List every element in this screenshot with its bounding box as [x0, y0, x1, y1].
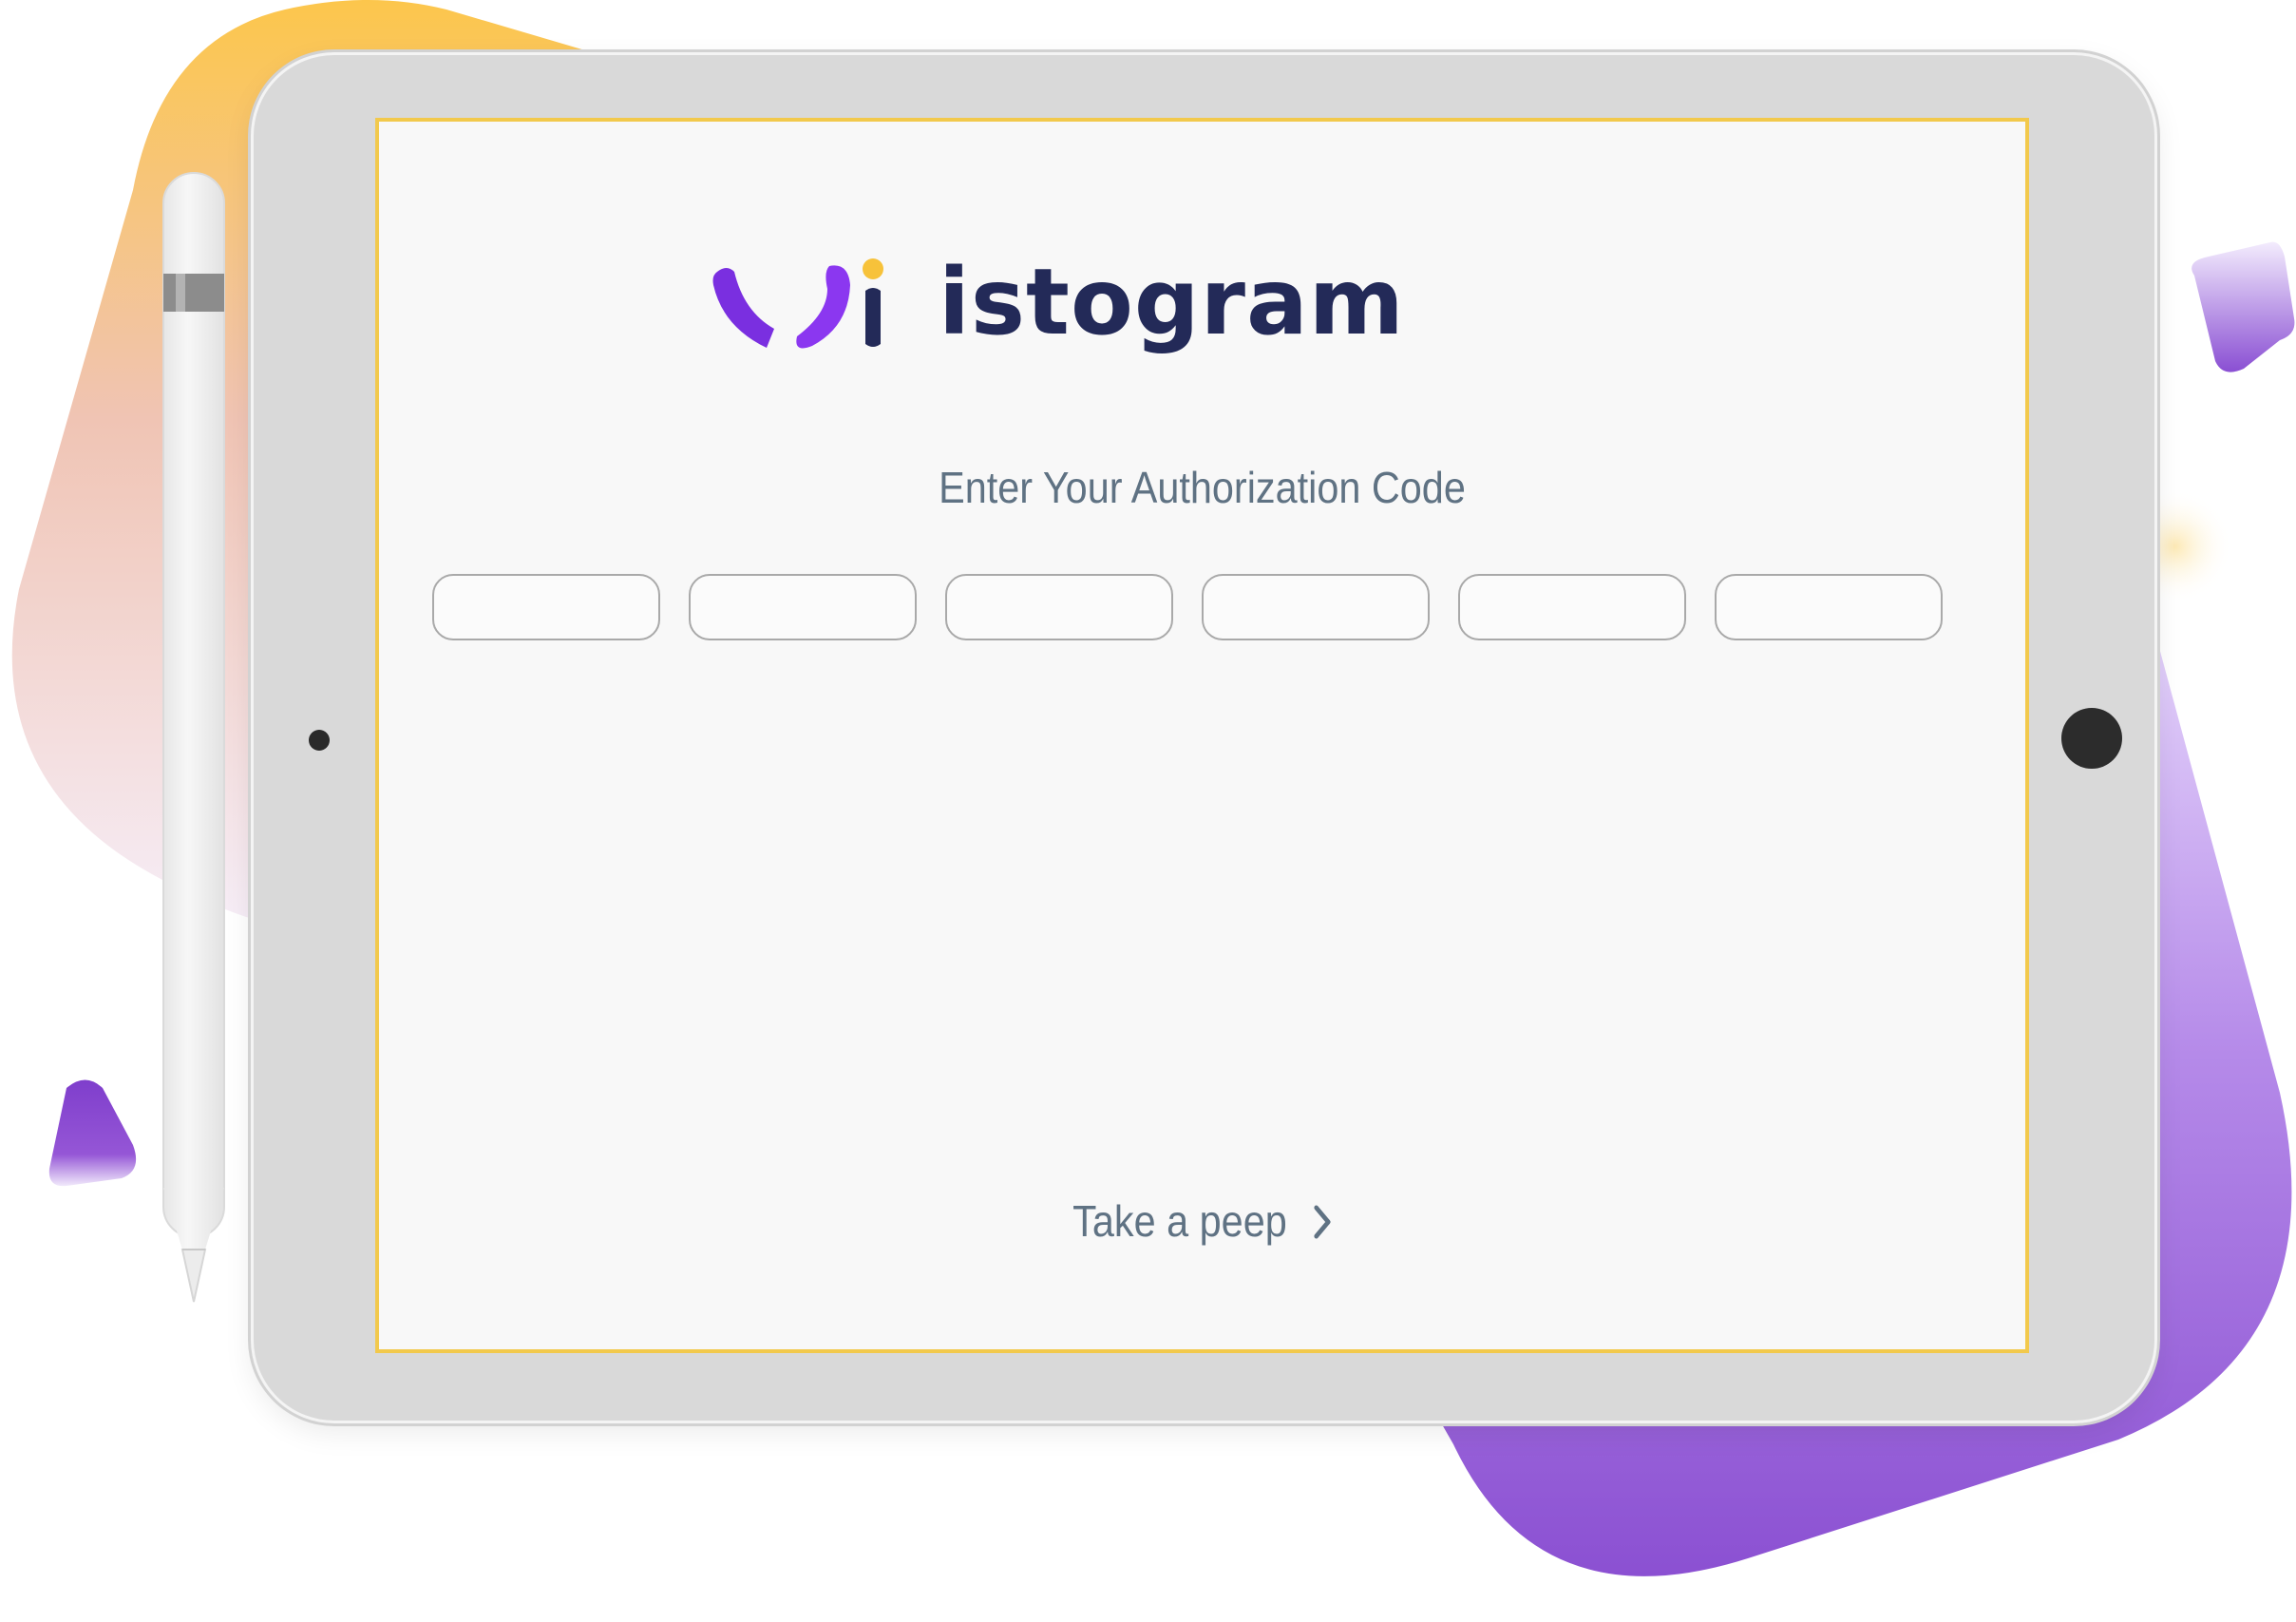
stage: istogram Enter Your Authorization Code T… [0, 0, 2296, 1622]
code-digit-1[interactable] [432, 574, 660, 640]
front-camera [309, 730, 330, 751]
tablet-frame: istogram Enter Your Authorization Code T… [251, 52, 2157, 1423]
brand-logo: istogram [706, 222, 1732, 365]
stylus [162, 172, 225, 1303]
code-digit-3[interactable] [945, 574, 1173, 640]
auth-code-inputs [432, 574, 1952, 644]
take-a-peep-row: Take a peep [379, 1195, 2025, 1252]
chevron-right-icon [1313, 1199, 1332, 1250]
code-digit-5[interactable] [1458, 574, 1686, 640]
login-screen: istogram Enter Your Authorization Code T… [375, 118, 2029, 1353]
logo-mark-icon [712, 258, 883, 349]
purple-gem [2192, 241, 2295, 372]
home-button[interactable] [2061, 708, 2122, 769]
code-digit-2[interactable] [689, 574, 917, 640]
take-a-peep-label: Take a peep [1072, 1196, 1287, 1246]
take-a-peep-link[interactable]: Take a peep [1072, 1195, 1332, 1250]
purple-triangle [48, 1079, 137, 1187]
code-digit-4[interactable] [1202, 574, 1430, 640]
code-digit-6[interactable] [1715, 574, 1943, 640]
auth-code-prompt: Enter Your Authorization Code [939, 463, 1466, 512]
logo-wordmark: istogram [939, 249, 1405, 355]
